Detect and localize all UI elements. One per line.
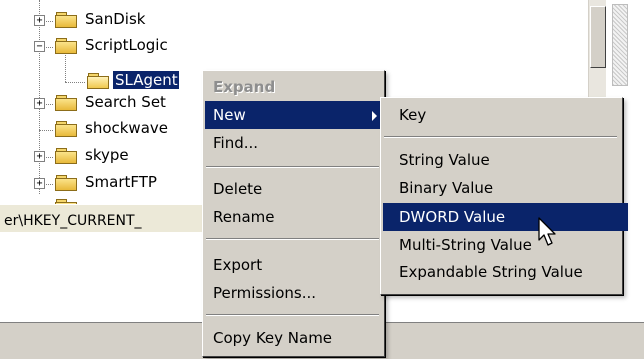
- submenu-item-key[interactable]: Key: [383, 101, 628, 129]
- folder-icon: [55, 120, 77, 137]
- folder-icon: [55, 94, 77, 111]
- expand-icon[interactable]: +: [34, 98, 45, 109]
- scrollbar-track[interactable]: [612, 4, 628, 86]
- tree-connector-line: [39, 130, 53, 131]
- expand-icon[interactable]: +: [34, 151, 45, 162]
- menu-item-expand: Expand: [213, 78, 276, 96]
- tree-item-search-set[interactable]: Search Set: [85, 93, 166, 111]
- folder-icon: [55, 147, 77, 164]
- collapse-icon[interactable]: −: [34, 41, 45, 52]
- status-path-text: er\HKEY_CURRENT_: [4, 213, 142, 229]
- tree-item-smartftp[interactable]: SmartFTP: [85, 173, 157, 191]
- tree-connector-line: [65, 52, 66, 82]
- submenu-item-string-value[interactable]: String Value: [383, 146, 628, 174]
- menu-item-rename[interactable]: Rename: [205, 203, 382, 231]
- new-submenu: Key String Value Binary Value DWORD Valu…: [380, 97, 628, 295]
- folder-icon: [55, 174, 77, 191]
- scrollbar-thumb[interactable]: [590, 6, 606, 68]
- menu-item-export[interactable]: Export: [205, 251, 382, 279]
- menu-separator: [206, 314, 379, 316]
- submenu-item-dword-value[interactable]: DWORD Value: [383, 203, 628, 231]
- menu-item-copy-key-name[interactable]: Copy Key Name: [205, 324, 382, 352]
- open-folder-icon: [87, 72, 109, 89]
- expand-icon[interactable]: +: [34, 15, 45, 26]
- submenu-item-expandable-string-value[interactable]: Expandable String Value: [383, 258, 628, 286]
- menu-item-permissions[interactable]: Permissions...: [205, 279, 382, 307]
- submenu-arrow-icon: [372, 111, 377, 121]
- menu-separator: [206, 166, 379, 168]
- tree-item-slagent[interactable]: SLAgent: [113, 71, 179, 89]
- expand-icon[interactable]: +: [34, 178, 45, 189]
- tree-item-shockwave[interactable]: shockwave: [85, 119, 168, 137]
- folder-icon: [55, 11, 77, 28]
- folder-icon: [55, 37, 77, 54]
- menu-separator: [206, 238, 379, 240]
- tree-connector-line: [39, 0, 40, 194]
- menu-item-delete[interactable]: Delete: [205, 175, 382, 203]
- menu-item-new-label: New: [213, 106, 246, 124]
- context-menu: Expand New Find... Delete Rename Export …: [202, 70, 385, 357]
- submenu-item-multi-string-value[interactable]: Multi-String Value: [383, 231, 628, 259]
- tree-item-skype[interactable]: skype: [85, 146, 129, 164]
- tree-item-sandisk[interactable]: SanDisk: [85, 10, 145, 28]
- tree-connector-line: [65, 82, 85, 83]
- mouse-pointer-icon: [538, 217, 556, 246]
- tree-item-scriptlogic[interactable]: ScriptLogic: [85, 36, 168, 54]
- menu-item-new[interactable]: New: [205, 101, 382, 129]
- menu-item-find[interactable]: Find...: [205, 129, 382, 157]
- submenu-item-binary-value[interactable]: Binary Value: [383, 174, 628, 202]
- menu-separator: [384, 136, 617, 138]
